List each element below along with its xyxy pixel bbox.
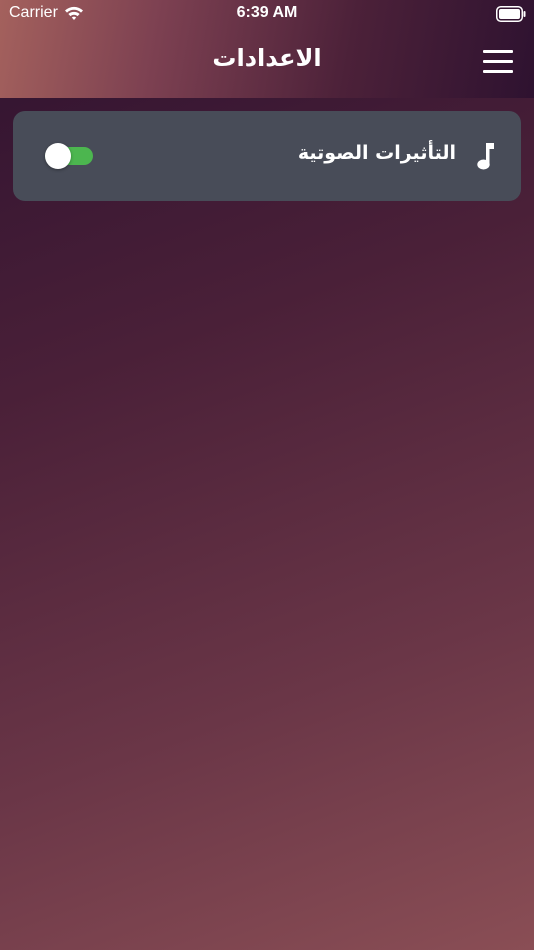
menu-line — [483, 50, 513, 53]
header-bar: Carrier 6:39 AM الاعدادات — [0, 0, 534, 98]
sound-effects-toggle[interactable] — [45, 143, 93, 169]
status-time: 6:39 AM — [236, 4, 298, 21]
status-bar: Carrier 6:39 AM — [0, 0, 534, 30]
battery-icon — [496, 6, 526, 22]
hamburger-menu-icon[interactable] — [483, 50, 513, 74]
music-note-icon — [477, 143, 494, 170]
menu-line — [483, 70, 513, 73]
sound-effects-label: التأثيرات الصوتية — [297, 142, 456, 164]
menu-line — [483, 60, 513, 63]
page-title: الاعدادات — [212, 44, 322, 72]
toggle-knob — [45, 143, 71, 169]
settings-row-sound-effects: التأثيرات الصوتية — [13, 111, 521, 201]
